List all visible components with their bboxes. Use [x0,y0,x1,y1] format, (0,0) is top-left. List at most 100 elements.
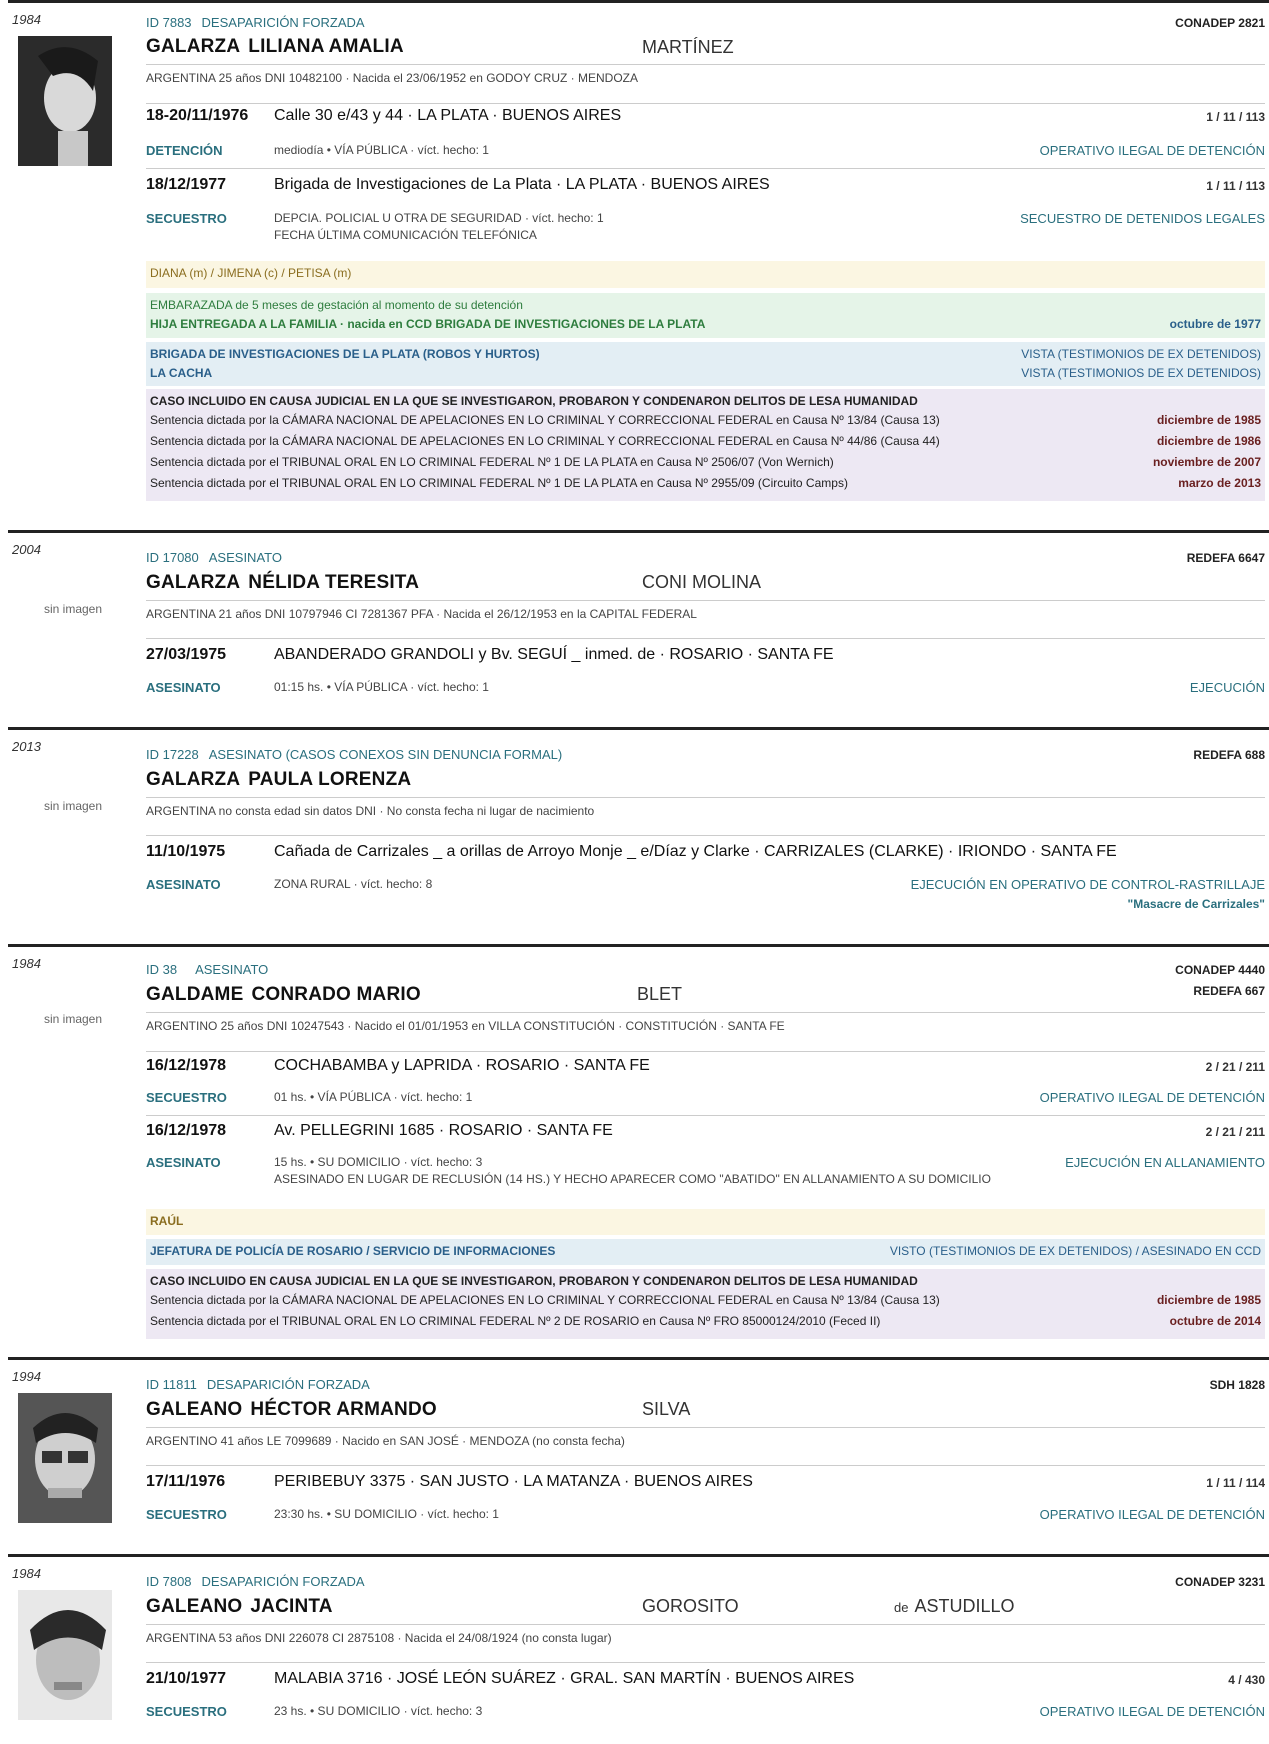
event-date: 16/12/1978 [146,1057,227,1074]
record-year: 2013 [12,739,41,754]
event-kind: ASESINATO [146,680,221,695]
given-names: PAULA LORENZA [248,769,412,790]
victim-photo [18,1590,112,1720]
event-divider [146,1465,1265,1466]
event-class: SECUESTRO DE DETENIDOS LEGALES [1020,211,1265,226]
event-code: 1 / 11 / 113 [1206,110,1265,124]
ccd-band: JEFATURA DE POLICÍA DE ROSARIO / SERVICI… [146,1239,1265,1265]
surname: GALDAME [146,984,244,1005]
married-prefix: de [894,1600,909,1615]
record: 1984 sin imagen ID 38 ASESINATO CONADEP 4… [0,944,1269,1357]
sentence: Sentencia dictada por el TRIBUNAL ORAL E… [150,1314,881,1328]
no-image-label: sin imagen [44,1012,103,1026]
maternal-surname: GOROSITO [642,1596,739,1616]
record-id-line: ID 38 ASESINATO [146,962,268,977]
record-type: DESAPARICIÓN FORZADA [201,1574,365,1589]
given-names: LILIANA AMALIA [248,36,404,57]
event-divider [146,168,1265,169]
ccd-status: VISTO (TESTIMONIOS DE EX DETENIDOS) / AS… [889,1244,1261,1258]
record-divider [8,530,1269,533]
married-name: de ASTUDILLO [894,1596,1015,1617]
personal-info: ARGENTINO 41 años LE 7099689 · Nacido en… [146,1427,1265,1448]
event-date: 18-20/11/1976 [146,107,249,124]
sentence: Sentencia dictada por la CÁMARA NACIONAL… [150,1293,940,1307]
event-kind: SECUESTRO [146,211,227,226]
event-detail: 15 hs. • SU DOMICILIO · víct. hecho: 3 AS… [274,1155,991,1186]
record-type: DESAPARICIÓN FORZADA [206,1377,370,1392]
event-divider [146,1051,1265,1052]
given-names: CONRADO MARIO [251,984,421,1005]
event-class: EJECUCIÓN [1189,680,1265,695]
alias-band: RAÚL [146,1209,1265,1235]
maternal-surname: SILVA [642,1399,691,1419]
ccd-name: LA CACHA [150,366,213,380]
event-date: 11/10/1975 [146,843,226,860]
source-ref: CONADEP 2821 [1175,16,1265,30]
victim-name: GALEANO JACINTA [146,1596,333,1618]
event-kind: DETENCIÓN [146,143,223,158]
event-divider [146,638,1265,639]
sentence-date: octubre de 2014 [1169,1314,1261,1328]
event-class: OPERATIVO ILEGAL DE DETENCIÓN [1039,1507,1265,1522]
event-place: Calle 30 e/43 y 44 · LA PLATA · BUENOS A… [274,107,622,124]
event-place: PERIBEBUY 3375 · SAN JUSTO · LA MATANZA … [274,1473,753,1490]
aliases: DIANA (m) / JIMENA (c) / PETISA (m) [150,266,352,280]
given-names: JACINTA [250,1596,333,1617]
event-code: 4 / 430 [1228,1673,1265,1687]
sentence-date: noviembre de 2007 [1152,455,1261,469]
personal-info: ARGENTINA no consta edad sin datos DNI ·… [146,797,1265,818]
surname: GALARZA [146,572,241,593]
event-class: OPERATIVO ILEGAL DE DETENCIÓN [1039,1704,1265,1719]
maternal-surname: BLET [637,984,683,1004]
record-id-line: ID 7808 DESAPARICIÓN FORZADA [146,1574,365,1589]
record-year: 1984 [12,12,41,27]
event-code: 2 / 21 / 211 [1205,1125,1265,1139]
event-divider [146,1662,1265,1663]
event-case-name: "Masacre de Carrizales" [1127,897,1265,911]
maternal-surname: CONI MOLINA [642,572,762,592]
given-names: NÉLIDA TERESITA [248,572,420,593]
personal-info: ARGENTINA 21 años DNI 10797946 CI 728136… [146,600,1265,621]
record-id: ID 7883 [146,15,192,30]
source-ref: CONADEP 4440 [1175,963,1265,977]
event-detail: DEPCIA. POLICIAL U OTRA DE SEGURIDAD · v… [274,211,604,242]
personal-info: ARGENTINO 25 años DNI 10247543 · Nacido … [146,1012,1265,1033]
sentence-date: diciembre de 1985 [1156,413,1261,427]
event-kind: ASESINATO [146,1155,221,1170]
sentence: Sentencia dictada por la CÁMARA NACIONAL… [150,413,940,427]
event-date: 18/12/1977 [146,176,227,193]
record-year: 2004 [12,542,41,557]
record-year: 1994 [12,1369,41,1384]
given-names: HÉCTOR ARMANDO [250,1399,437,1420]
record-divider [8,1357,1269,1360]
record-year: 1984 [12,956,41,971]
record-divider [8,0,1269,3]
record-id-line: ID 17228 ASESINATO (CASOS CONEXOS SIN DEN… [146,747,562,762]
record-id: ID 11811 [146,1377,197,1392]
surname: GALEANO [146,1596,243,1617]
record-divider [8,944,1269,947]
event-date: 21/10/1977 [146,1670,227,1687]
judicial-band: CASO INCLUIDO EN CAUSA JUDICIAL EN LA QU… [146,1269,1265,1339]
record: 1984 ID 7883 DESAPARICIÓN FORZADA CONADEP… [0,0,1269,530]
source-ref: REDEFA 688 [1193,748,1265,762]
event-kind: SECUESTRO [146,1090,227,1105]
event-detail: 01:15 hs. • VÍA PÚBLICA · víct. hecho: 1 [274,680,489,694]
no-image-label: sin imagen [44,602,103,616]
record-type: DESAPARICIÓN FORZADA [201,15,365,30]
event-detail: 23 hs. • SU DOMICILIO · víct. hecho: 3 [274,1704,483,1718]
sentence: Sentencia dictada por la CÁMARA NACIONAL… [150,434,940,448]
source-ref: REDEFA 6647 [1186,551,1265,565]
event-date: 27/03/1975 [146,646,227,663]
event-class: EJECUCIÓN EN OPERATIVO DE CONTROL-RASTRI… [910,877,1265,892]
event-detail: ZONA RURAL · víct. hecho: 8 [274,877,433,891]
event-divider [146,835,1265,836]
sentence-date: diciembre de 1986 [1156,434,1261,448]
event-divider [146,1115,1265,1116]
event-date: 16/12/1978 [146,1122,227,1139]
event-detail: 01 hs. • VÍA PÚBLICA · víct. hecho: 1 [274,1090,473,1104]
event-class: OPERATIVO ILEGAL DE DETENCIÓN [1039,1090,1265,1105]
event-class: EJECUCIÓN EN ALLANAMIENTO [1065,1155,1265,1170]
event-divider [146,103,1265,104]
event-date: 17/11/1976 [146,1473,226,1490]
